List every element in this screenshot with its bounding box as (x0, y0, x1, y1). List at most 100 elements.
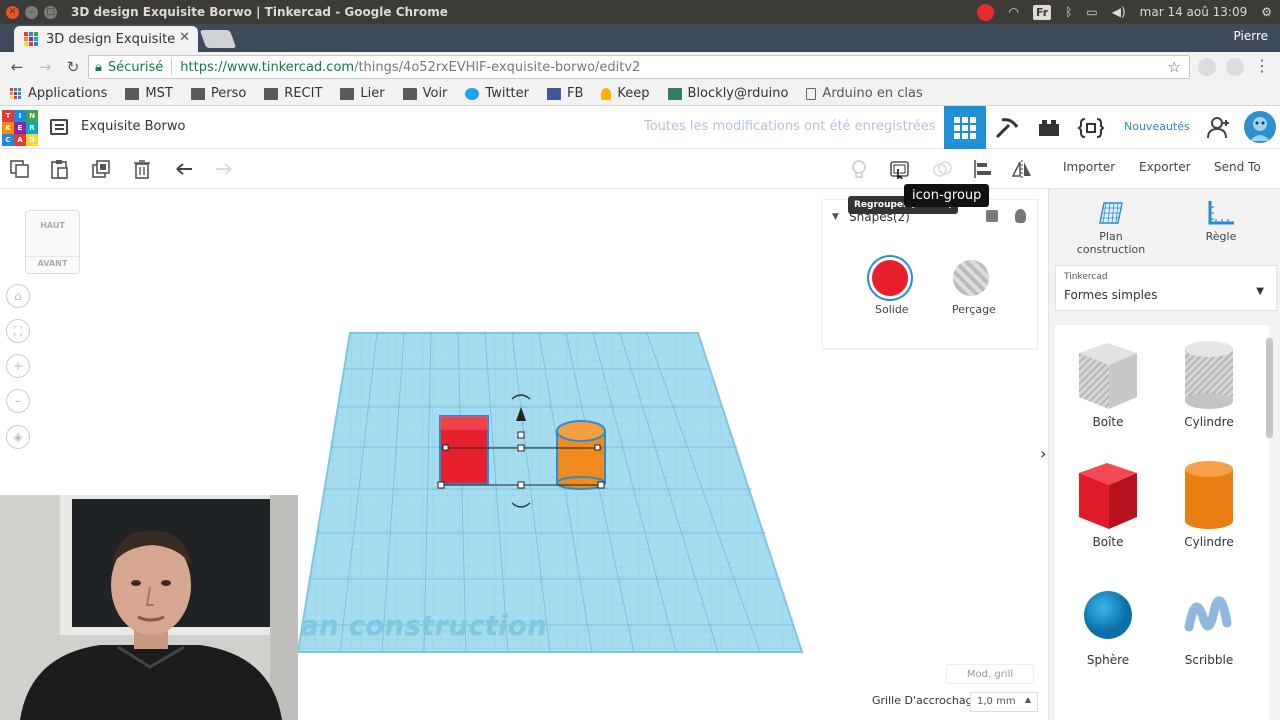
window-minimize-button[interactable]: – (25, 5, 38, 19)
bookmark-keep[interactable]: Keep (601, 86, 650, 101)
bluetooth-icon[interactable]: ᛒ (1065, 5, 1072, 19)
home-view-button[interactable]: ⌂ (6, 284, 30, 308)
snap-grid-select[interactable]: 1,0 mm ▲ (970, 692, 1038, 712)
design-name[interactable]: Exquisite Borwo (81, 119, 185, 134)
user-avatar[interactable] (1242, 109, 1278, 145)
back-arrow-icon[interactable]: ← (6, 56, 28, 78)
extension-icon[interactable] (1198, 58, 1216, 76)
dropdown-caret-icon: ▼ (1256, 286, 1264, 297)
keep-icon (601, 87, 612, 100)
url-path: /things/4o52rxEVHlF-exquisite-borwo/edit… (354, 59, 641, 75)
bookmark-twitter[interactable]: Twitter (465, 86, 529, 101)
zoom-in-button[interactable]: + (6, 354, 30, 378)
copy-button[interactable] (9, 159, 31, 179)
shape-cylinder[interactable]: Cylindre (1159, 459, 1259, 559)
tab-close-icon[interactable]: ✕ (179, 30, 190, 45)
tab-title: 3D design Exquisite (46, 31, 176, 47)
add-user-icon[interactable] (1206, 116, 1232, 140)
paste-button[interactable] (49, 159, 71, 179)
library-name: Formes simples (1064, 288, 1158, 302)
grid-icon (954, 116, 976, 139)
group-button[interactable] (889, 159, 911, 180)
bookmark-blockly[interactable]: Blockly@rduino (667, 86, 788, 101)
wifi-icon[interactable]: ◠ (1008, 5, 1018, 19)
bookmark-folder[interactable]: MST (125, 86, 173, 101)
shape-box-hole[interactable]: Boîte (1058, 339, 1158, 439)
bookmark-applications[interactable]: Applications (10, 86, 107, 101)
bookmark-folder[interactable]: Voir (402, 86, 447, 101)
icon-tooltip: icon-group (904, 184, 990, 207)
ungroup-button[interactable] (931, 159, 953, 179)
mirror-button[interactable] (1011, 159, 1033, 179)
profile-name[interactable]: Pierre (1234, 29, 1268, 43)
shape-box[interactable]: Boîte (1058, 459, 1158, 559)
undo-button[interactable] (173, 159, 195, 179)
fit-view-button[interactable]: ⛶ (6, 319, 30, 343)
export-button[interactable]: Exporter (1139, 160, 1191, 174)
bookmark-star-icon[interactable]: ☆ (1168, 58, 1181, 76)
lego-view-button[interactable] (1028, 106, 1070, 149)
view-cube[interactable]: HAUT AVANT (25, 210, 80, 274)
blocks-view-button[interactable] (986, 106, 1028, 149)
send-to-button[interactable]: Send To (1214, 160, 1261, 174)
extension-icon[interactable] (1226, 58, 1244, 76)
caret-up-icon: ▲ (1024, 695, 1031, 704)
record-icon[interactable] (977, 3, 995, 21)
align-button[interactable] (971, 159, 993, 179)
folder-icon (190, 87, 205, 100)
solid-button[interactable] (869, 257, 911, 299)
bookmark-arduino[interactable]: Arduino en clas (806, 86, 923, 101)
3d-view-button[interactable] (944, 106, 986, 149)
hole-label: Perçage (952, 303, 996, 316)
window-maximize-button[interactable]: □ (44, 5, 57, 19)
code-braces-icon (1077, 117, 1105, 138)
window-close-button[interactable]: ✕ (6, 5, 19, 19)
ruler-tool-button[interactable]: Règle (1199, 199, 1243, 243)
keyboard-layout-badge[interactable]: Fr (1032, 4, 1052, 20)
ruler-tool-label: Règle (1205, 230, 1237, 243)
zoom-out-button[interactable]: – (6, 389, 30, 413)
bookmark-folder[interactable]: Perso (190, 86, 246, 101)
volume-icon[interactable]: ◀) (1112, 5, 1126, 19)
orange-cylinder-shape[interactable] (556, 420, 606, 490)
tinkercad-logo[interactable]: T I N K E R C A D (2, 110, 38, 146)
shape-sphere[interactable]: Sphère (1058, 587, 1158, 687)
shape-library-dropdown[interactable]: Tinkercad Formes simples ▼ (1055, 265, 1277, 311)
shape-scribble[interactable]: Scribble (1159, 587, 1259, 687)
window-title: 3D design Exquisite Borwo | Tinkercad - … (71, 5, 448, 19)
hole-button[interactable] (953, 260, 989, 296)
battery-icon[interactable]: ▭ (1086, 5, 1097, 19)
bookmark-folder[interactable]: RECIT (264, 86, 322, 101)
url-omnibox[interactable]: 🔒︎ Sécurisé https://www.tinkercad.com/th… (88, 55, 1190, 79)
lightbulb-icon[interactable] (1015, 209, 1026, 223)
duplicate-button[interactable] (91, 159, 113, 179)
bookmark-folder[interactable]: Lier (340, 86, 385, 101)
codeblocks-button[interactable] (1070, 106, 1112, 149)
forward-arrow-icon[interactable]: → (34, 56, 56, 78)
delete-button[interactable] (131, 159, 153, 179)
brick-icon (1039, 119, 1059, 136)
snap-grid-label: Grille D'accrochage (872, 694, 980, 707)
collapse-caret-icon[interactable]: ▼ (832, 212, 839, 222)
presenter-video-image (0, 495, 298, 720)
shape-cylinder-hole[interactable]: Cylindre (1159, 339, 1259, 439)
edit-grid-button[interactable]: Mod. grill (946, 664, 1034, 684)
bookmark-fb[interactable]: FB (546, 86, 583, 101)
browser-menu-icon[interactable]: ⋮ (1254, 56, 1270, 75)
settings-gear-icon[interactable]: ⚙ (1261, 5, 1272, 19)
show-all-button[interactable] (848, 159, 870, 179)
panel-collapse-chevron-icon[interactable]: › (1040, 444, 1046, 463)
reload-icon[interactable]: ↻ (62, 56, 84, 78)
whats-new-link[interactable]: Nouveautés (1124, 120, 1190, 133)
shapes-scrollbar[interactable] (1266, 338, 1273, 438)
import-button[interactable]: Importer (1063, 160, 1115, 174)
redo-button[interactable] (213, 159, 235, 179)
lock-icon[interactable] (986, 210, 998, 222)
design-list-icon[interactable] (50, 119, 68, 135)
clock[interactable]: mar 14 aoû 13:09 (1140, 5, 1248, 19)
workplane-tool-button[interactable]: Plan construction (1069, 199, 1153, 256)
new-tab-button[interactable] (199, 30, 237, 48)
perspective-button[interactable]: ◈ (6, 425, 30, 449)
facebook-icon (546, 87, 561, 100)
browser-tab[interactable]: 3D design Exquisite ✕ (14, 26, 198, 52)
